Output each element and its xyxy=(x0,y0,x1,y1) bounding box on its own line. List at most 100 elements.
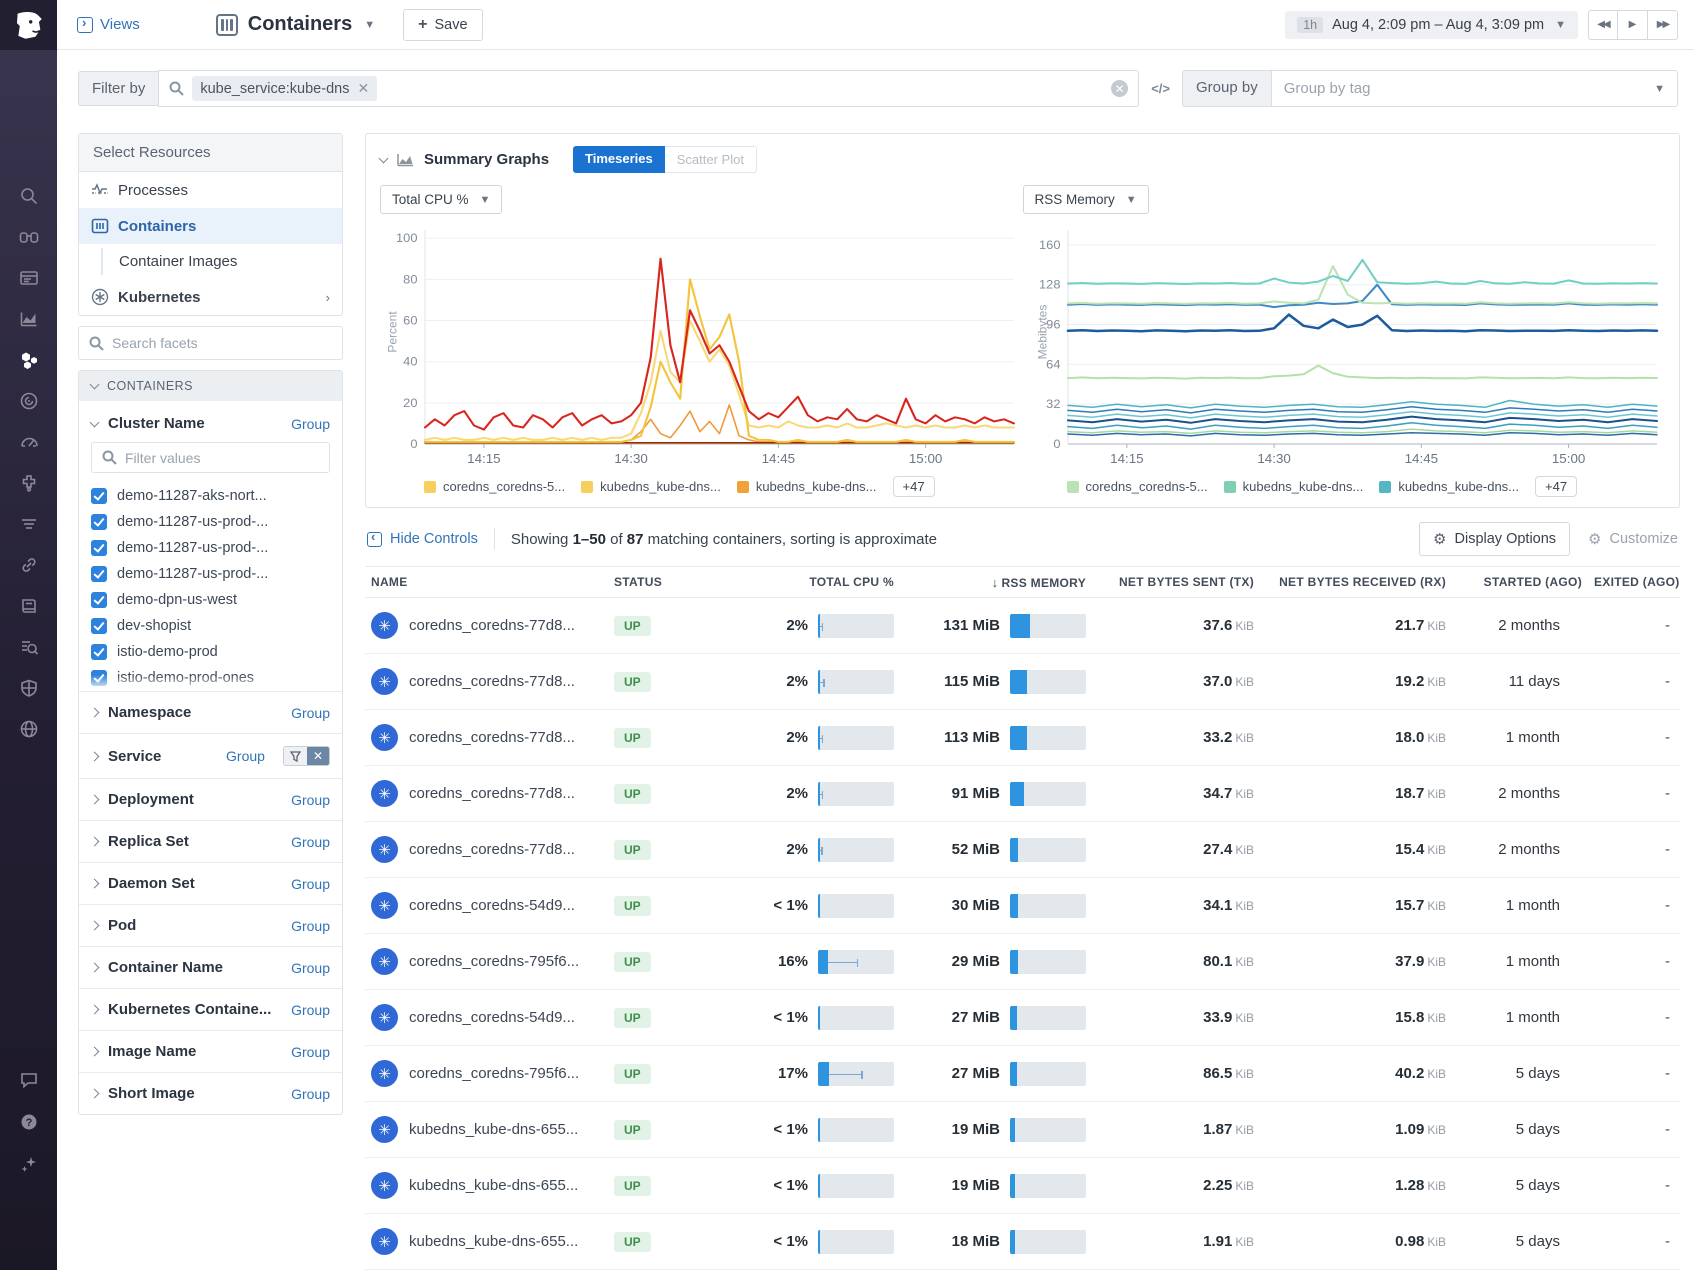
checkbox-checked-icon[interactable] xyxy=(91,488,107,504)
legend-item[interactable]: coredns_coredns-5... xyxy=(424,479,565,494)
group-link[interactable]: Group xyxy=(291,1002,330,1018)
checkbox-checked-icon[interactable] xyxy=(91,592,107,608)
remove-tag-icon[interactable]: ✕ xyxy=(357,80,369,97)
filter-input[interactable]: kube_service:kube-dns ✕ ✕ xyxy=(158,70,1139,107)
gauge-icon[interactable] xyxy=(18,431,40,453)
table-row[interactable]: ✳ coredns_coredns-77d8... UP 2% 113 MiB xyxy=(365,710,1680,766)
checkbox-checked-icon[interactable] xyxy=(91,644,107,660)
checkbox-checked-icon[interactable] xyxy=(91,670,107,686)
search-facets-box[interactable] xyxy=(78,326,343,360)
chat-icon[interactable] xyxy=(18,1069,40,1091)
group-link[interactable]: Group xyxy=(291,1086,330,1102)
containers-facet-section[interactable]: CONTAINERS xyxy=(79,371,342,401)
filter-values-box[interactable] xyxy=(91,442,330,473)
table-row[interactable]: ✳ kubedns_kube-dns-655... UP < 1% 19 MiB xyxy=(365,1102,1680,1158)
sidebar-item-kubernetes[interactable]: Kubernetes › xyxy=(79,279,342,315)
search-facets-input[interactable] xyxy=(112,335,332,351)
ci-link-icon[interactable] xyxy=(18,554,40,576)
group-link[interactable]: Group xyxy=(291,705,330,721)
remove-service-filter-icon[interactable]: ✕ xyxy=(307,747,329,765)
sidebar-item-processes[interactable]: Processes xyxy=(79,172,342,208)
chevron-down-icon[interactable] xyxy=(90,417,100,427)
apm-icon[interactable] xyxy=(18,390,40,412)
cluster-checkbox-row[interactable]: demo-11287-aks-nort... xyxy=(91,483,330,509)
legend-more-badge[interactable]: +47 xyxy=(893,476,935,497)
security-shield-icon[interactable] xyxy=(18,677,40,699)
title-caret-icon[interactable]: ▼ xyxy=(364,19,375,31)
table-row[interactable]: ✳ coredns_coredns-795f6... UP 17% 27 MiB xyxy=(365,1046,1680,1102)
checkbox-checked-icon[interactable] xyxy=(91,566,107,582)
checkbox-checked-icon[interactable] xyxy=(91,514,107,530)
network-globe-icon[interactable] xyxy=(18,718,40,740)
metrics-icon[interactable] xyxy=(18,308,40,330)
legend-item[interactable]: coredns_coredns-5... xyxy=(1067,479,1208,494)
group-link[interactable]: Group xyxy=(291,834,330,850)
display-options-button[interactable]: ⚙ Display Options xyxy=(1419,522,1570,556)
cluster-group-link[interactable]: Group xyxy=(291,416,330,432)
tab-timeseries[interactable]: Timeseries xyxy=(573,146,665,173)
customize-button[interactable]: ⚙ Customize xyxy=(1588,530,1678,548)
header-rss-memory[interactable]: ↓RSS MEMORY xyxy=(900,575,1092,590)
hide-controls-button[interactable]: Hide Controls xyxy=(367,531,478,547)
facet-image-name[interactable]: Image Name Group xyxy=(79,1030,342,1072)
facet-kubernetes-container[interactable]: Kubernetes Containe... Group xyxy=(79,988,342,1030)
facet-container-name[interactable]: Container Name Group xyxy=(79,946,342,988)
save-button[interactable]: + Save xyxy=(403,9,482,41)
legend-more-badge[interactable]: +47 xyxy=(1535,476,1577,497)
facet-pod[interactable]: Pod Group xyxy=(79,904,342,946)
table-row[interactable]: ✳ coredns_coredns-77d8... UP 2% 131 MiB xyxy=(365,598,1680,654)
group-link[interactable]: Group xyxy=(291,960,330,976)
table-row[interactable]: ✳ kubedns_kube-dns-655... UP < 1% 18 MiB xyxy=(365,1214,1680,1270)
legend-item[interactable]: kubedns_kube-dns... xyxy=(1379,479,1519,494)
group-link[interactable]: Group xyxy=(226,748,265,764)
cluster-checkbox-row[interactable]: demo-11287-us-prod-... xyxy=(91,561,330,587)
table-row[interactable]: ✳ coredns_coredns-54d9... UP < 1% 27 MiB xyxy=(365,990,1680,1046)
datadog-logo[interactable] xyxy=(0,0,57,50)
service-filter-chip[interactable]: ✕ xyxy=(283,746,330,766)
logs-icon[interactable] xyxy=(18,513,40,535)
header-exited[interactable]: EXITED (AGO) xyxy=(1588,575,1680,589)
legend-item[interactable]: kubedns_kube-dns... xyxy=(581,479,721,494)
cluster-checkbox-row[interactable]: demo-11287-us-prod-... xyxy=(91,535,330,561)
log-explorer-icon[interactable] xyxy=(18,636,40,658)
watchdog-icon[interactable] xyxy=(18,226,40,248)
legend-item[interactable]: kubedns_kube-dns... xyxy=(737,479,877,494)
notebooks-icon[interactable] xyxy=(18,595,40,617)
group-link[interactable]: Group xyxy=(291,876,330,892)
header-status[interactable]: STATUS xyxy=(608,575,720,589)
facet-service[interactable]: Service Group ✕ xyxy=(79,733,342,778)
cpu-timeseries-chart[interactable]: Percent 02040608010014:1514:3014:4515:00… xyxy=(380,220,1023,499)
checkbox-checked-icon[interactable] xyxy=(91,618,107,634)
cluster-checkbox-row[interactable]: demo-dpn-us-west xyxy=(91,587,330,613)
facet-daemon-set[interactable]: Daemon Set Group xyxy=(79,862,342,904)
group-link[interactable]: Group xyxy=(291,918,330,934)
facet-replica-set[interactable]: Replica Set Group xyxy=(79,820,342,862)
clear-filter-icon[interactable]: ✕ xyxy=(1111,80,1128,97)
left-metric-select[interactable]: Total CPU % ▼ xyxy=(380,185,502,214)
filter-values-input[interactable] xyxy=(125,450,319,466)
table-row[interactable]: ✳ kubedns_kube-dns-655... UP < 1% 19 MiB xyxy=(365,1158,1680,1214)
tab-scatter-plot[interactable]: Scatter Plot xyxy=(665,146,757,173)
code-view-button[interactable]: </> xyxy=(1139,81,1182,96)
time-range-picker[interactable]: 1h Aug 4, 2:09 pm – Aug 4, 3:09 pm ▼ xyxy=(1285,11,1578,39)
right-metric-select[interactable]: RSS Memory ▼ xyxy=(1023,185,1149,214)
filter-tag[interactable]: kube_service:kube-dns ✕ xyxy=(192,76,377,101)
group-link[interactable]: Group xyxy=(291,1044,330,1060)
facet-namespace[interactable]: Namespace Group xyxy=(79,691,342,733)
sidebar-item-containers[interactable]: Containers xyxy=(79,208,342,244)
integrations-icon[interactable] xyxy=(18,472,40,494)
group-link[interactable]: Group xyxy=(291,792,330,808)
header-net-sent[interactable]: NET BYTES SENT (TX) xyxy=(1092,575,1260,589)
cluster-checkbox-row[interactable]: istio-demo-prod-ones xyxy=(91,665,330,691)
facet-deployment[interactable]: Deployment Group xyxy=(79,778,342,820)
table-row[interactable]: ✳ coredns_coredns-77d8... UP 2% 115 MiB xyxy=(365,654,1680,710)
legend-item[interactable]: kubedns_kube-dns... xyxy=(1224,479,1364,494)
cluster-checkbox-row[interactable]: istio-demo-prod xyxy=(91,639,330,665)
header-started[interactable]: STARTED (AGO) xyxy=(1452,575,1588,589)
table-row[interactable]: ✳ coredns_coredns-795f6... UP 16% 29 MiB xyxy=(365,934,1680,990)
facet-short-image[interactable]: Short Image Group xyxy=(79,1072,342,1114)
table-row[interactable]: ✳ coredns_coredns-54d9... UP < 1% 30 MiB xyxy=(365,878,1680,934)
header-net-received[interactable]: NET BYTES RECEIVED (RX) xyxy=(1260,575,1452,589)
help-icon[interactable]: ? xyxy=(18,1111,40,1133)
checkbox-checked-icon[interactable] xyxy=(91,540,107,556)
